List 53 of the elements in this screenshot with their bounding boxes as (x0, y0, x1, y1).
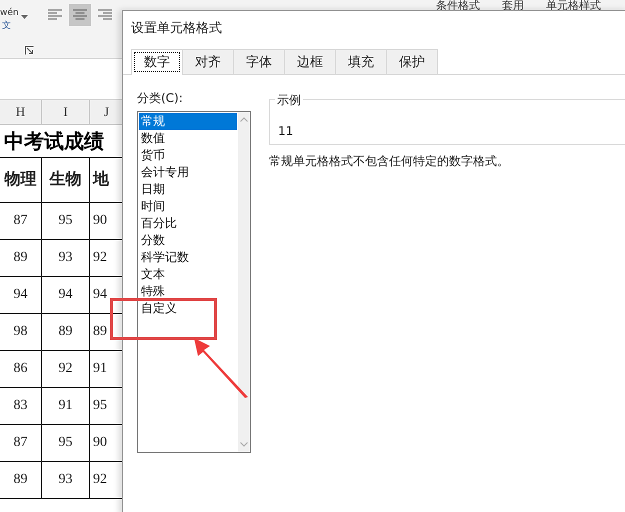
ribbon-button[interactable]: 单元格样式 (546, 0, 601, 12)
table-cell: 93 (42, 462, 90, 499)
align-center-icon[interactable] (69, 4, 91, 26)
table-cell: 87 (0, 203, 42, 240)
list-item[interactable]: 常规 (139, 113, 237, 130)
table-cell: 91 (42, 388, 90, 425)
table-cell: 94 (0, 277, 42, 314)
table-cell: 95 (42, 203, 90, 240)
tab[interactable]: 保护 (386, 49, 438, 74)
tab[interactable]: 对齐 (182, 49, 234, 74)
table-header: 物理 (0, 158, 42, 203)
list-item[interactable]: 数值 (139, 130, 165, 147)
sample-label: 示例 (275, 92, 303, 109)
phonetic-button[interactable]: 文 (2, 19, 11, 32)
table-cell: 98 (0, 314, 42, 351)
list-item[interactable]: 科学记数 (139, 249, 189, 266)
ribbon-button[interactable]: 条件格式 (436, 0, 480, 12)
table-cell: 83 (0, 388, 42, 425)
list-item[interactable]: 日期 (139, 181, 165, 198)
description-text: 常规单元格格式不包含任何特定的数字格式。 (269, 153, 510, 170)
list-item[interactable]: 文本 (139, 266, 165, 283)
table-cell: 89 (0, 240, 42, 277)
sheet-title: 中考试成绩 (3, 130, 104, 154)
table-cell: 89 (42, 314, 90, 351)
table-cell: 87 (0, 425, 42, 462)
tab[interactable]: 填充 (335, 49, 387, 74)
list-item[interactable]: 分数 (139, 232, 165, 249)
ribbon-button[interactable]: 套用 (502, 0, 524, 12)
tab[interactable]: 字体 (233, 49, 285, 74)
sample-value: 11 (278, 124, 294, 138)
list-item[interactable]: 自定义 (139, 300, 177, 317)
column-header[interactable]: H (0, 100, 42, 124)
category-label: 分类(C): (137, 90, 184, 107)
tab[interactable]: 数字 (131, 49, 183, 75)
arrow-icon (192, 337, 250, 399)
table-cell: 89 (0, 462, 42, 499)
table-header: 生物 (42, 158, 90, 203)
dialog-launcher-icon[interactable] (25, 46, 34, 55)
table-cell: 86 (0, 351, 42, 388)
list-item[interactable]: 会计专用 (139, 164, 189, 181)
list-item[interactable]: 百分比 (139, 215, 177, 232)
phonetic-reading: wén (0, 8, 19, 18)
table-cell: 94 (42, 277, 90, 314)
caret-icon[interactable] (21, 15, 28, 19)
list-item[interactable]: 货币 (139, 147, 165, 164)
table-cell: 95 (42, 425, 90, 462)
table-cell: 92 (42, 351, 90, 388)
dialog-title: 设置单元格格式 (130, 20, 223, 38)
list-item[interactable]: 时间 (139, 198, 165, 215)
tab[interactable]: 边框 (284, 49, 336, 74)
list-item[interactable]: 特殊 (139, 283, 165, 300)
column-header[interactable]: I (42, 100, 90, 124)
table-cell: 93 (42, 240, 90, 277)
